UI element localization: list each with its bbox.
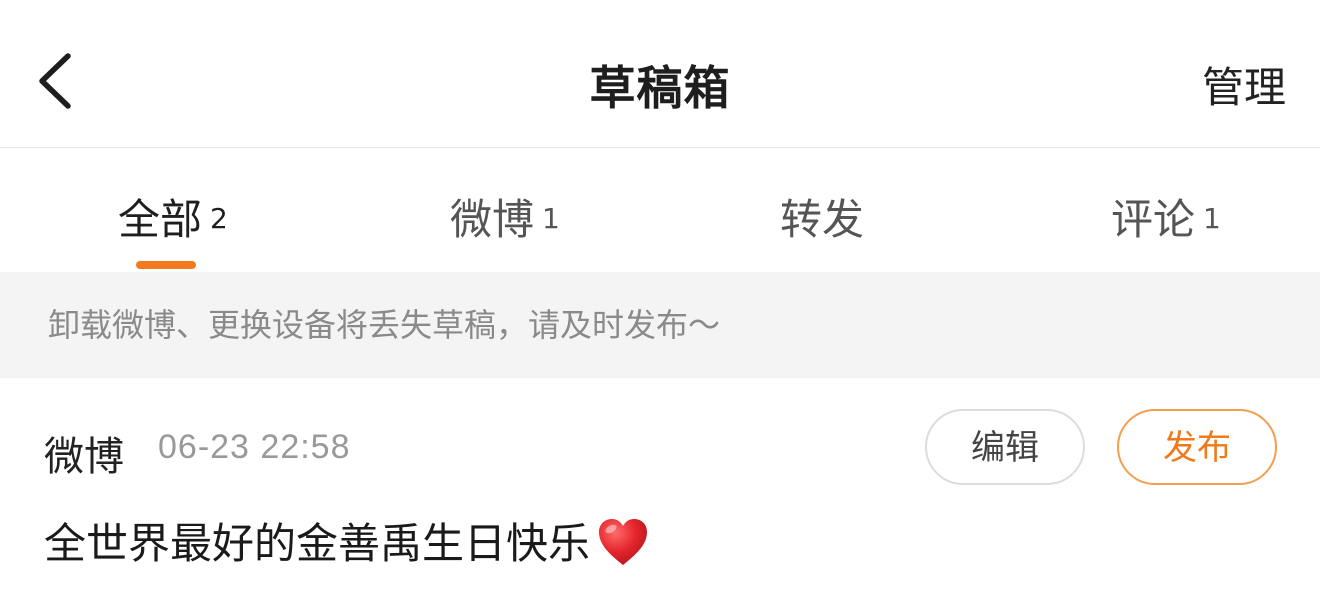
tab-count: 1 xyxy=(542,202,560,235)
tab-label: 转发 xyxy=(780,195,865,244)
tab-label: 全部 xyxy=(118,195,203,244)
red-heart-icon xyxy=(596,516,650,568)
tab-repost[interactable]: 转发 xyxy=(780,186,864,256)
page-title: 草稿箱 xyxy=(589,61,731,115)
tab-weibo[interactable]: 微博 1 xyxy=(450,186,560,256)
draft-item[interactable]: 微博 06-23 22:58 编辑 发布 全世界最好的金善禹生日快乐 xyxy=(0,378,1320,594)
tab-bar: 全部 2 微博 1 转发 评论 1 xyxy=(0,148,1320,272)
draft-content-text: 全世界最好的金善禹生日快乐 xyxy=(44,519,591,568)
edit-button[interactable]: 编辑 xyxy=(925,409,1085,485)
manage-button[interactable]: 管理 xyxy=(1202,54,1286,115)
tab-all[interactable]: 全部 2 xyxy=(118,186,228,256)
draft-timestamp: 06-23 22:58 xyxy=(158,428,351,466)
publish-button[interactable]: 发布 xyxy=(1117,409,1277,485)
tab-label: 微博 xyxy=(450,195,535,244)
tab-label: 评论 xyxy=(1111,195,1196,244)
draft-type-label: 微博 xyxy=(44,434,124,480)
active-tab-indicator xyxy=(136,261,196,269)
draft-content: 全世界最好的金善禹生日快乐 xyxy=(44,510,650,571)
tab-count: 2 xyxy=(210,202,228,235)
top-nav-bar: 草稿箱 管理 xyxy=(0,0,1320,148)
tab-comment[interactable]: 评论 1 xyxy=(1111,186,1221,256)
draft-warning-notice: 卸载微博、更换设备将丢失草稿，请及时发布～ xyxy=(0,272,1320,378)
tab-count: 1 xyxy=(1203,202,1221,235)
